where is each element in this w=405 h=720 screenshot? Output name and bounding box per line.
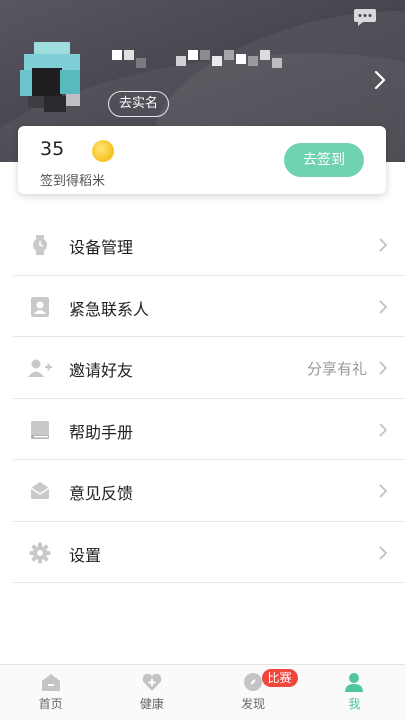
signin-card: 35 签到得稻米 去签到: [18, 126, 386, 194]
gear-icon: [29, 542, 51, 563]
menu-item-invite-friends[interactable]: 邀请好友 分享有礼: [13, 337, 405, 399]
message-icon[interactable]: [353, 8, 377, 26]
chevron-right-icon: [379, 299, 387, 314]
points-value: 35: [40, 138, 65, 160]
compass-icon: [244, 673, 263, 691]
contest-badge: 比赛: [261, 669, 298, 687]
menu-item-emergency-contact[interactable]: 紧急联系人: [13, 276, 405, 337]
watch-icon: [33, 235, 47, 255]
menu-item-label: 紧急联系人: [69, 299, 150, 319]
home-icon: [41, 674, 60, 691]
signin-button[interactable]: 去签到: [284, 143, 364, 177]
menu-item-label: 帮助手册: [69, 422, 134, 442]
book-icon: [31, 420, 49, 439]
share-reward-text: 分享有礼: [306, 360, 367, 378]
coin-icon: [92, 140, 114, 162]
tab-label: 发现: [241, 697, 266, 711]
tab-health[interactable]: 健康: [101, 665, 202, 720]
verify-realname-button[interactable]: 去实名: [108, 91, 170, 117]
tab-label: 我: [348, 697, 361, 711]
heart-plus-icon: [142, 673, 162, 691]
username-blurred: [112, 50, 146, 72]
menu-item-device-management[interactable]: 设备管理: [13, 214, 405, 276]
chevron-right-icon: [379, 238, 387, 252]
chevron-right-icon: [379, 422, 387, 437]
settings-menu: 设备管理 紧急联系人 邀请好友 分享有礼 帮助手册 意见反馈 设置: [13, 214, 405, 583]
tab-home[interactable]: 首页: [0, 665, 101, 720]
menu-item-feedback[interactable]: 意见反馈: [13, 460, 405, 522]
menu-item-label: 设备管理: [69, 238, 134, 257]
contact-card-icon: [31, 296, 49, 317]
tab-label: 健康: [139, 697, 164, 711]
chevron-right-icon[interactable]: [373, 70, 387, 90]
menu-item-help-manual[interactable]: 帮助手册: [13, 399, 405, 460]
menu-item-label: 意见反馈: [69, 484, 134, 503]
signin-card-subtitle: 签到得稻米: [40, 174, 106, 189]
mail-icon: [30, 482, 50, 499]
tab-me[interactable]: 我: [304, 665, 405, 720]
menu-item-label: 设置: [69, 545, 102, 565]
menu-item-label: 邀请好友: [69, 361, 134, 380]
chevron-right-icon: [379, 361, 387, 375]
person-icon: [345, 673, 364, 692]
tab-label: 首页: [38, 697, 63, 711]
chevron-right-icon: [379, 484, 387, 498]
bottom-tab-bar: 首页 健康 发现 比赛 我: [0, 664, 405, 720]
add-user-icon: [28, 359, 52, 377]
menu-item-settings[interactable]: 设置: [13, 522, 405, 583]
tab-discover[interactable]: 发现 比赛: [203, 665, 304, 720]
avatar[interactable]: [20, 42, 92, 114]
username-blurred: [176, 50, 282, 72]
chevron-right-icon: [379, 545, 387, 560]
